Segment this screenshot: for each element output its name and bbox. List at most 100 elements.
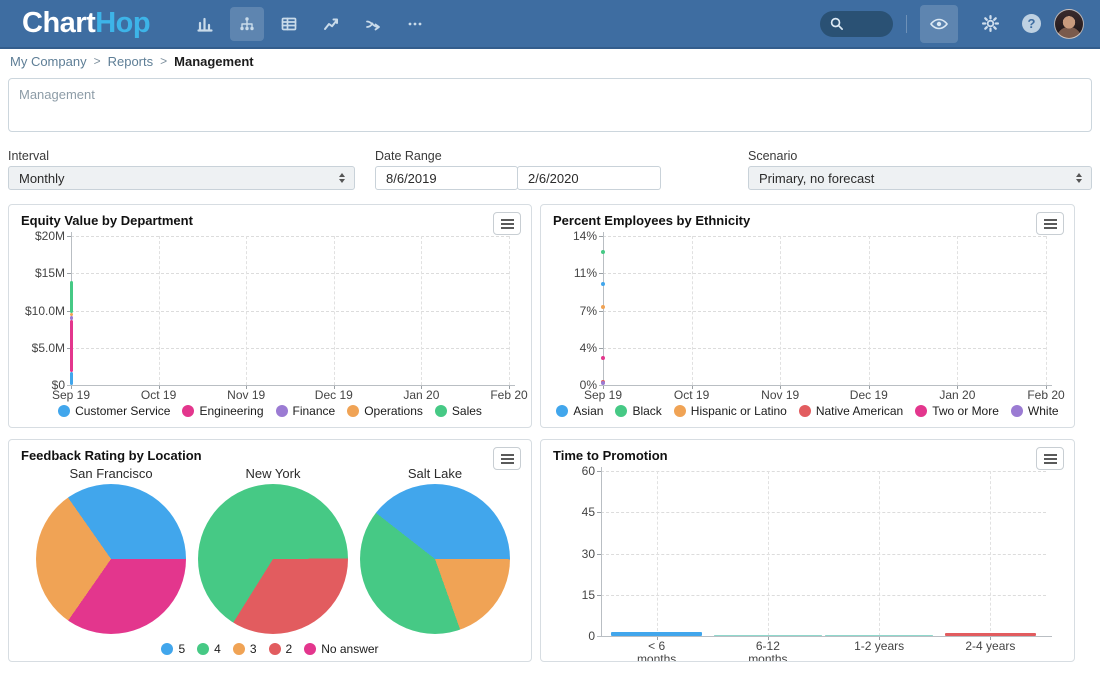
y-gridline bbox=[601, 512, 1046, 513]
chart-title: Equity Value by Department bbox=[21, 213, 193, 228]
logo-text-chart: Chart bbox=[22, 7, 95, 39]
legend-dot bbox=[1011, 405, 1023, 417]
flow-arrows-nav-button[interactable] bbox=[356, 7, 390, 41]
pie-title-san-francisco: San Francisco bbox=[36, 466, 186, 481]
x-gridline bbox=[692, 236, 693, 385]
breadcrumb-reports[interactable]: Reports bbox=[108, 54, 154, 69]
scenario-select[interactable]: Primary, no forecast bbox=[748, 166, 1092, 190]
x-axis-label: Jan 20 bbox=[393, 389, 449, 402]
bar-2-4-years bbox=[945, 633, 1036, 636]
chart-legend: Customer Service Engineering Finance Operat… bbox=[9, 404, 531, 418]
legend-label: No answer bbox=[321, 642, 378, 656]
legend-item[interactable]: White bbox=[1011, 404, 1059, 418]
more-options-nav-button[interactable] bbox=[398, 7, 432, 41]
chart-menu-button[interactable] bbox=[493, 212, 521, 235]
legend-label: 5 bbox=[178, 642, 185, 656]
legend-item[interactable]: Finance bbox=[276, 404, 336, 418]
bar-chart-nav-button[interactable] bbox=[188, 7, 222, 41]
flow-arrows-icon bbox=[364, 15, 382, 33]
time-to-promotion-chart-panel: Time to Promotion 015304560< 6 months6-1… bbox=[540, 439, 1075, 662]
y-gridline bbox=[71, 348, 509, 349]
y-gridline bbox=[603, 348, 1046, 349]
chart-title: Feedback Rating by Location bbox=[21, 448, 202, 463]
legend-item[interactable]: Operations bbox=[347, 404, 423, 418]
legend-label: Asian bbox=[573, 404, 603, 418]
y-gridline bbox=[71, 273, 509, 274]
x-gridline bbox=[780, 236, 781, 385]
scenario-value: Primary, no forecast bbox=[759, 171, 874, 186]
legend-item[interactable]: Engineering bbox=[182, 404, 263, 418]
report-description-textarea[interactable]: Management bbox=[8, 78, 1092, 132]
legend-label: Hispanic or Latino bbox=[691, 404, 787, 418]
org-chart-icon bbox=[238, 15, 256, 33]
visibility-toggle-button[interactable] bbox=[920, 5, 958, 43]
pie-chart-new-york[interactable] bbox=[198, 484, 348, 634]
x-axis-label: Dec 19 bbox=[306, 389, 362, 402]
navbar-right: ? bbox=[820, 5, 1100, 43]
date-start-input[interactable]: 8/6/2019 bbox=[375, 166, 518, 190]
legend-label: Engineering bbox=[199, 404, 263, 418]
data-table-nav-button[interactable] bbox=[272, 7, 306, 41]
legend-item[interactable]: Black bbox=[615, 404, 661, 418]
pie-chart-san-francisco[interactable] bbox=[36, 484, 186, 634]
x-gridline bbox=[768, 471, 769, 636]
legend-item[interactable]: Customer Service bbox=[58, 404, 170, 418]
charthop-logo[interactable]: ChartHop bbox=[22, 0, 150, 47]
date-end-input[interactable]: 2/6/2020 bbox=[517, 166, 661, 190]
breadcrumb-my-company[interactable]: My Company bbox=[10, 54, 87, 69]
help-button[interactable]: ? bbox=[1022, 14, 1041, 33]
legend-dot bbox=[197, 643, 209, 655]
search-input[interactable] bbox=[820, 11, 893, 37]
help-glyph: ? bbox=[1028, 16, 1036, 31]
data-table-icon bbox=[280, 15, 298, 33]
legend-dot bbox=[615, 405, 627, 417]
y-axis-line bbox=[601, 467, 602, 636]
trend-chart-nav-button[interactable] bbox=[314, 7, 348, 41]
select-arrows-icon bbox=[1076, 173, 1082, 183]
chart-menu-button[interactable] bbox=[1036, 447, 1064, 470]
legend-dot bbox=[276, 405, 288, 417]
x-axis-label: 6-12 months bbox=[740, 640, 796, 662]
legend-item[interactable]: Hispanic or Latino bbox=[674, 404, 787, 418]
x-axis-label: Oct 19 bbox=[664, 389, 720, 402]
x-gridline bbox=[246, 236, 247, 385]
hamburger-icon bbox=[1044, 223, 1057, 225]
data-point-asian bbox=[601, 282, 605, 286]
settings-button[interactable] bbox=[971, 5, 1009, 43]
x-axis-line bbox=[597, 636, 1052, 637]
trend-chart-icon bbox=[322, 15, 340, 33]
legend-item[interactable]: Sales bbox=[435, 404, 482, 418]
scenario-label: Scenario bbox=[748, 149, 797, 163]
org-chart-nav-button[interactable] bbox=[230, 7, 264, 41]
chart-menu-button[interactable] bbox=[1036, 212, 1064, 235]
legend-item[interactable]: 2 bbox=[269, 642, 293, 656]
user-avatar[interactable] bbox=[1054, 9, 1084, 39]
legend-dot bbox=[674, 405, 686, 417]
chart-title: Time to Promotion bbox=[553, 448, 668, 463]
x-axis-label: Sep 19 bbox=[43, 389, 99, 402]
y-axis-label: 15 bbox=[540, 588, 595, 602]
legend-label: 2 bbox=[286, 642, 293, 656]
legend-item[interactable]: 5 bbox=[161, 642, 185, 656]
x-axis-label: Oct 19 bbox=[131, 389, 187, 402]
interval-value: Monthly bbox=[19, 171, 65, 186]
x-axis-label: Dec 19 bbox=[841, 389, 897, 402]
chart-legend: 543 2 No answer bbox=[9, 642, 531, 656]
y-gridline bbox=[601, 595, 1046, 596]
legend-item[interactable]: 3 bbox=[233, 642, 257, 656]
legend-item[interactable]: Two or More bbox=[915, 404, 999, 418]
interval-select[interactable]: Monthly bbox=[8, 166, 355, 190]
legend-label: Two or More bbox=[932, 404, 999, 418]
legend-item[interactable]: 4 bbox=[197, 642, 221, 656]
bar-6-12-months bbox=[714, 635, 822, 637]
legend-dot bbox=[233, 643, 245, 655]
y-axis-label: 60 bbox=[540, 464, 595, 478]
series-segment-engineering bbox=[70, 320, 73, 371]
legend-dot bbox=[347, 405, 359, 417]
legend-item[interactable]: Asian bbox=[556, 404, 603, 418]
data-point-hispanic-or-latino bbox=[601, 305, 605, 309]
ethnicity-chart-panel: Percent Employees by Ethnicity 0%4%7%11%… bbox=[540, 204, 1075, 428]
legend-item[interactable]: No answer bbox=[304, 642, 378, 656]
pie-chart-salt-lake[interactable] bbox=[360, 484, 510, 634]
legend-item[interactable]: Native American bbox=[799, 404, 903, 418]
